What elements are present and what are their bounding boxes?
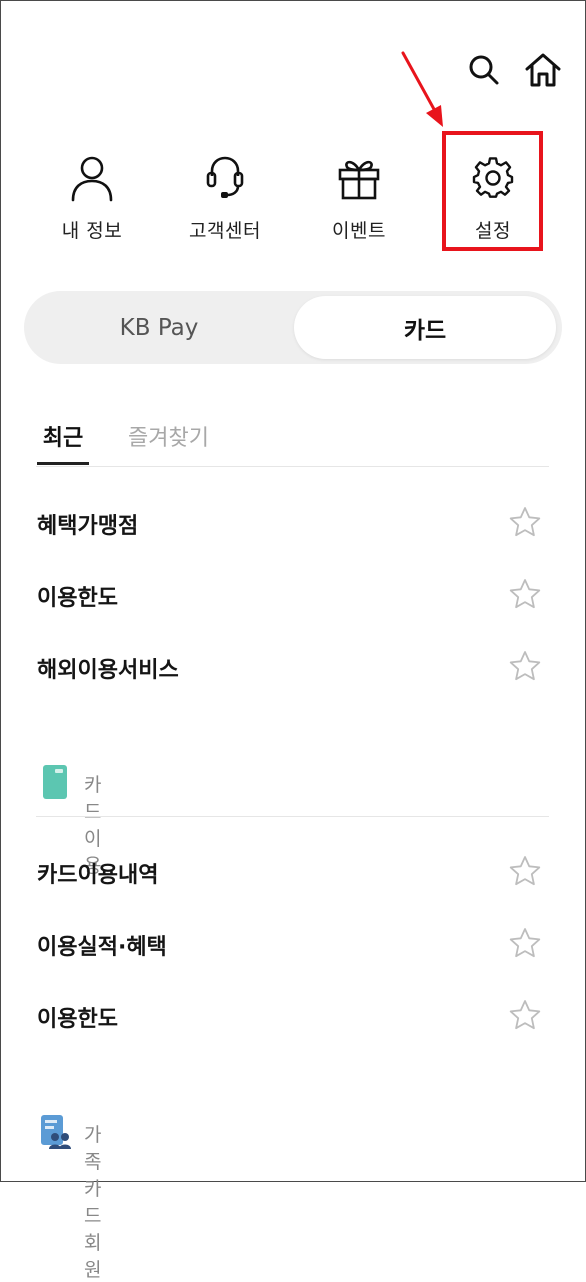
section-title: 가족카드회원 [84, 1124, 102, 1281]
divider [36, 816, 549, 817]
star-icon[interactable] [509, 650, 541, 686]
menu-customer-center[interactable]: 고객센터 [170, 150, 280, 243]
list-item[interactable]: 혜택가맹점 [37, 502, 549, 542]
tab-favorites[interactable]: 즐겨찾기 [128, 420, 209, 452]
list-item-label: 이용한도 [37, 1007, 118, 1032]
list-item[interactable]: 이용한도 [37, 574, 549, 614]
star-icon[interactable] [509, 927, 541, 963]
menu-label: 이벤트 [332, 220, 386, 242]
list-item[interactable]: 해외이용서비스 [37, 646, 549, 686]
star-icon[interactable] [509, 855, 541, 891]
home-icon[interactable] [523, 50, 563, 90]
segment-card[interactable]: 카드 [294, 296, 556, 359]
card-icon [42, 764, 68, 804]
star-icon[interactable] [509, 506, 541, 542]
list-item-label: 이용실적·혜택 [37, 935, 167, 960]
list-item-label: 카드이용내역 [37, 863, 159, 888]
menu-my-info[interactable]: 내 정보 [37, 150, 147, 243]
list-item-label: 이용한도 [37, 586, 118, 611]
settings-highlight-box [442, 131, 543, 251]
menu-event[interactable]: 이벤트 [304, 150, 414, 243]
menu-label: 고객센터 [189, 220, 261, 242]
tab-active-indicator [37, 462, 89, 465]
list-item[interactable]: 카드이용내역 [37, 851, 549, 891]
star-icon[interactable] [509, 578, 541, 614]
list-item-label: 해외이용서비스 [37, 658, 179, 683]
divider [36, 466, 549, 467]
family-card-icon [40, 1114, 72, 1154]
search-icon[interactable] [464, 50, 504, 90]
menu-label: 내 정보 [61, 220, 123, 242]
tab-recent[interactable]: 최근 [37, 420, 89, 452]
annotation-arrow [401, 51, 443, 127]
gift-icon [304, 150, 414, 206]
person-icon [37, 150, 147, 206]
headset-icon [170, 150, 280, 206]
list-item-label: 혜택가맹점 [37, 514, 139, 539]
star-icon[interactable] [509, 999, 541, 1035]
segment-kb-pay[interactable]: KB Pay [24, 291, 294, 364]
list-item[interactable]: 이용실적·혜택 [37, 923, 549, 963]
list-item[interactable]: 이용한도 [37, 995, 549, 1035]
pay-card-segmented-control: KB Pay 카드 [24, 291, 562, 364]
